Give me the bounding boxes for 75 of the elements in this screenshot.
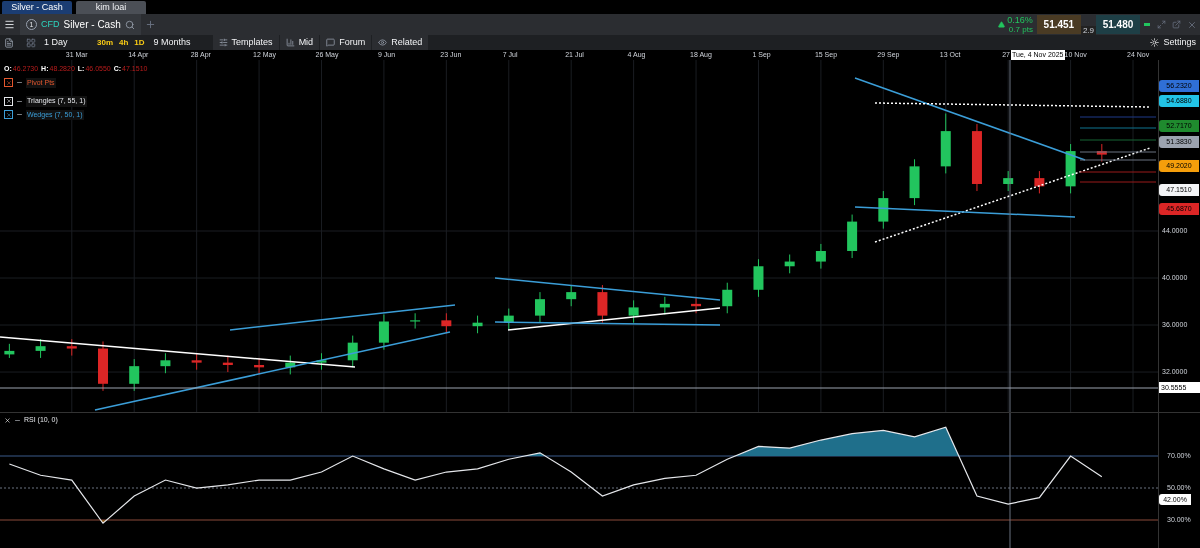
close-icon bbox=[5, 79, 12, 86]
candlestick bbox=[784, 254, 795, 274]
instrument-type-label: CFD bbox=[41, 17, 60, 31]
close-icon bbox=[1187, 19, 1197, 30]
window-tab[interactable]: Silver - Cash bbox=[2, 1, 72, 14]
candlestick bbox=[378, 313, 389, 351]
candlestick bbox=[691, 296, 702, 314]
candlestick bbox=[909, 158, 920, 206]
candlestick bbox=[1003, 170, 1014, 192]
candlestick bbox=[722, 282, 733, 314]
close-icon bbox=[5, 98, 12, 105]
pop-out-icon bbox=[1172, 20, 1181, 29]
instrument-name: Silver - Cash bbox=[63, 18, 121, 32]
candlestick bbox=[628, 299, 639, 324]
change-percent: 0.16% bbox=[1007, 15, 1033, 25]
search-icon bbox=[124, 19, 135, 30]
candlestick bbox=[191, 352, 202, 371]
change-points: 0.7 pts bbox=[1008, 24, 1033, 34]
candlestick bbox=[66, 338, 77, 357]
expand-icon bbox=[1157, 20, 1166, 29]
settings-button[interactable]: Settings bbox=[1150, 35, 1200, 50]
window-tab[interactable]: kim loai bbox=[76, 1, 146, 14]
plus-icon bbox=[145, 19, 157, 30]
candlestick bbox=[878, 190, 889, 230]
candlestick bbox=[472, 315, 483, 334]
close-icon[interactable] bbox=[4, 416, 11, 424]
candlestick bbox=[1065, 143, 1076, 194]
toolbar-button[interactable]: Mid bbox=[279, 35, 320, 50]
candlestick bbox=[1034, 170, 1045, 194]
sell-price-button[interactable]: 51.451 bbox=[1036, 15, 1081, 34]
candlestick bbox=[535, 291, 545, 324]
toolbar-button[interactable]: Forum bbox=[320, 35, 372, 50]
candlestick bbox=[35, 338, 46, 359]
candlestick bbox=[254, 357, 265, 375]
settings-icon bbox=[1150, 38, 1160, 47]
speech-bubble-icon bbox=[326, 38, 336, 47]
toolbar-button[interactable]: Related bbox=[372, 35, 429, 50]
close-icon bbox=[5, 111, 12, 118]
candlestick bbox=[659, 296, 670, 315]
candlestick bbox=[441, 312, 452, 334]
sliders-icon bbox=[218, 38, 228, 47]
bar-chart-icon bbox=[285, 38, 295, 47]
candlestick bbox=[410, 312, 421, 330]
candlestick bbox=[503, 308, 514, 331]
status-bar-icon bbox=[1144, 23, 1150, 26]
quick-interval-button[interactable]: 30m bbox=[94, 36, 116, 49]
candlestick bbox=[847, 214, 858, 259]
candlestick bbox=[753, 258, 764, 298]
quick-interval-button[interactable]: 4h bbox=[116, 36, 132, 49]
interval-dropdown[interactable]: 1 Day bbox=[44, 35, 94, 50]
candlestick bbox=[347, 335, 358, 368]
candlestick bbox=[4, 343, 15, 359]
candlestick bbox=[971, 123, 982, 192]
document-icon bbox=[4, 37, 14, 48]
quick-interval-button[interactable]: 1D bbox=[131, 36, 148, 49]
candlestick bbox=[160, 352, 171, 374]
candlestick bbox=[98, 341, 108, 392]
candlestick bbox=[285, 355, 296, 375]
up-triangle-icon bbox=[998, 21, 1006, 28]
layout-icon bbox=[26, 37, 36, 48]
buy-price-button[interactable]: 51.480 bbox=[1096, 15, 1140, 34]
remove-study-button[interactable] bbox=[4, 110, 13, 120]
candlestick bbox=[815, 243, 826, 270]
candlestick bbox=[597, 284, 608, 324]
candlestick bbox=[222, 355, 233, 373]
range-dropdown[interactable]: 9 Months bbox=[153, 35, 212, 50]
spread-value: 2.9 bbox=[1080, 26, 1096, 35]
toolbar-button[interactable]: Templates bbox=[212, 35, 279, 50]
candlestick bbox=[1096, 143, 1107, 163]
candlestick bbox=[940, 113, 951, 174]
menu-icon bbox=[3, 19, 15, 30]
eye-icon bbox=[378, 38, 388, 47]
candlestick bbox=[129, 358, 140, 392]
candlestick bbox=[566, 284, 577, 307]
candlestick bbox=[316, 352, 327, 371]
